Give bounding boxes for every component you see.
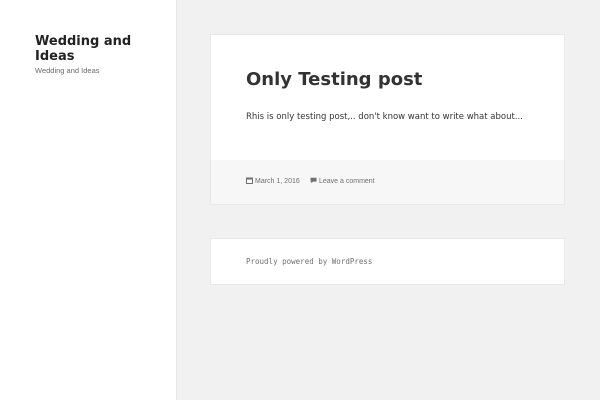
wordpress-credit-link[interactable]: Proudly powered by WordPress <box>246 257 372 267</box>
post-date-link[interactable]: March 1, 2016 <box>246 177 300 188</box>
post-article: Only Testing post Rhis is only testing p… <box>211 35 564 204</box>
site-footer: Proudly powered by WordPress <box>211 239 564 284</box>
post-meta-footer: March 1, 2016 Leave a comment <box>211 160 564 204</box>
site-description: Wedding and Ideas <box>35 66 100 75</box>
comment-icon <box>310 177 317 188</box>
sidebar: Wedding and Ideas Wedding and Ideas <box>0 0 176 400</box>
leave-comment-text: Leave a comment <box>319 178 375 185</box>
post-content: Rhis is only testing post,.. don't know … <box>246 112 523 122</box>
leave-comment-link[interactable]: Leave a comment <box>310 177 375 188</box>
site-title-link[interactable]: Wedding and Ideas <box>35 34 155 64</box>
calendar-icon <box>246 177 253 188</box>
post-title-link[interactable]: Only Testing post <box>246 68 422 92</box>
post-date-text: March 1, 2016 <box>255 178 300 185</box>
